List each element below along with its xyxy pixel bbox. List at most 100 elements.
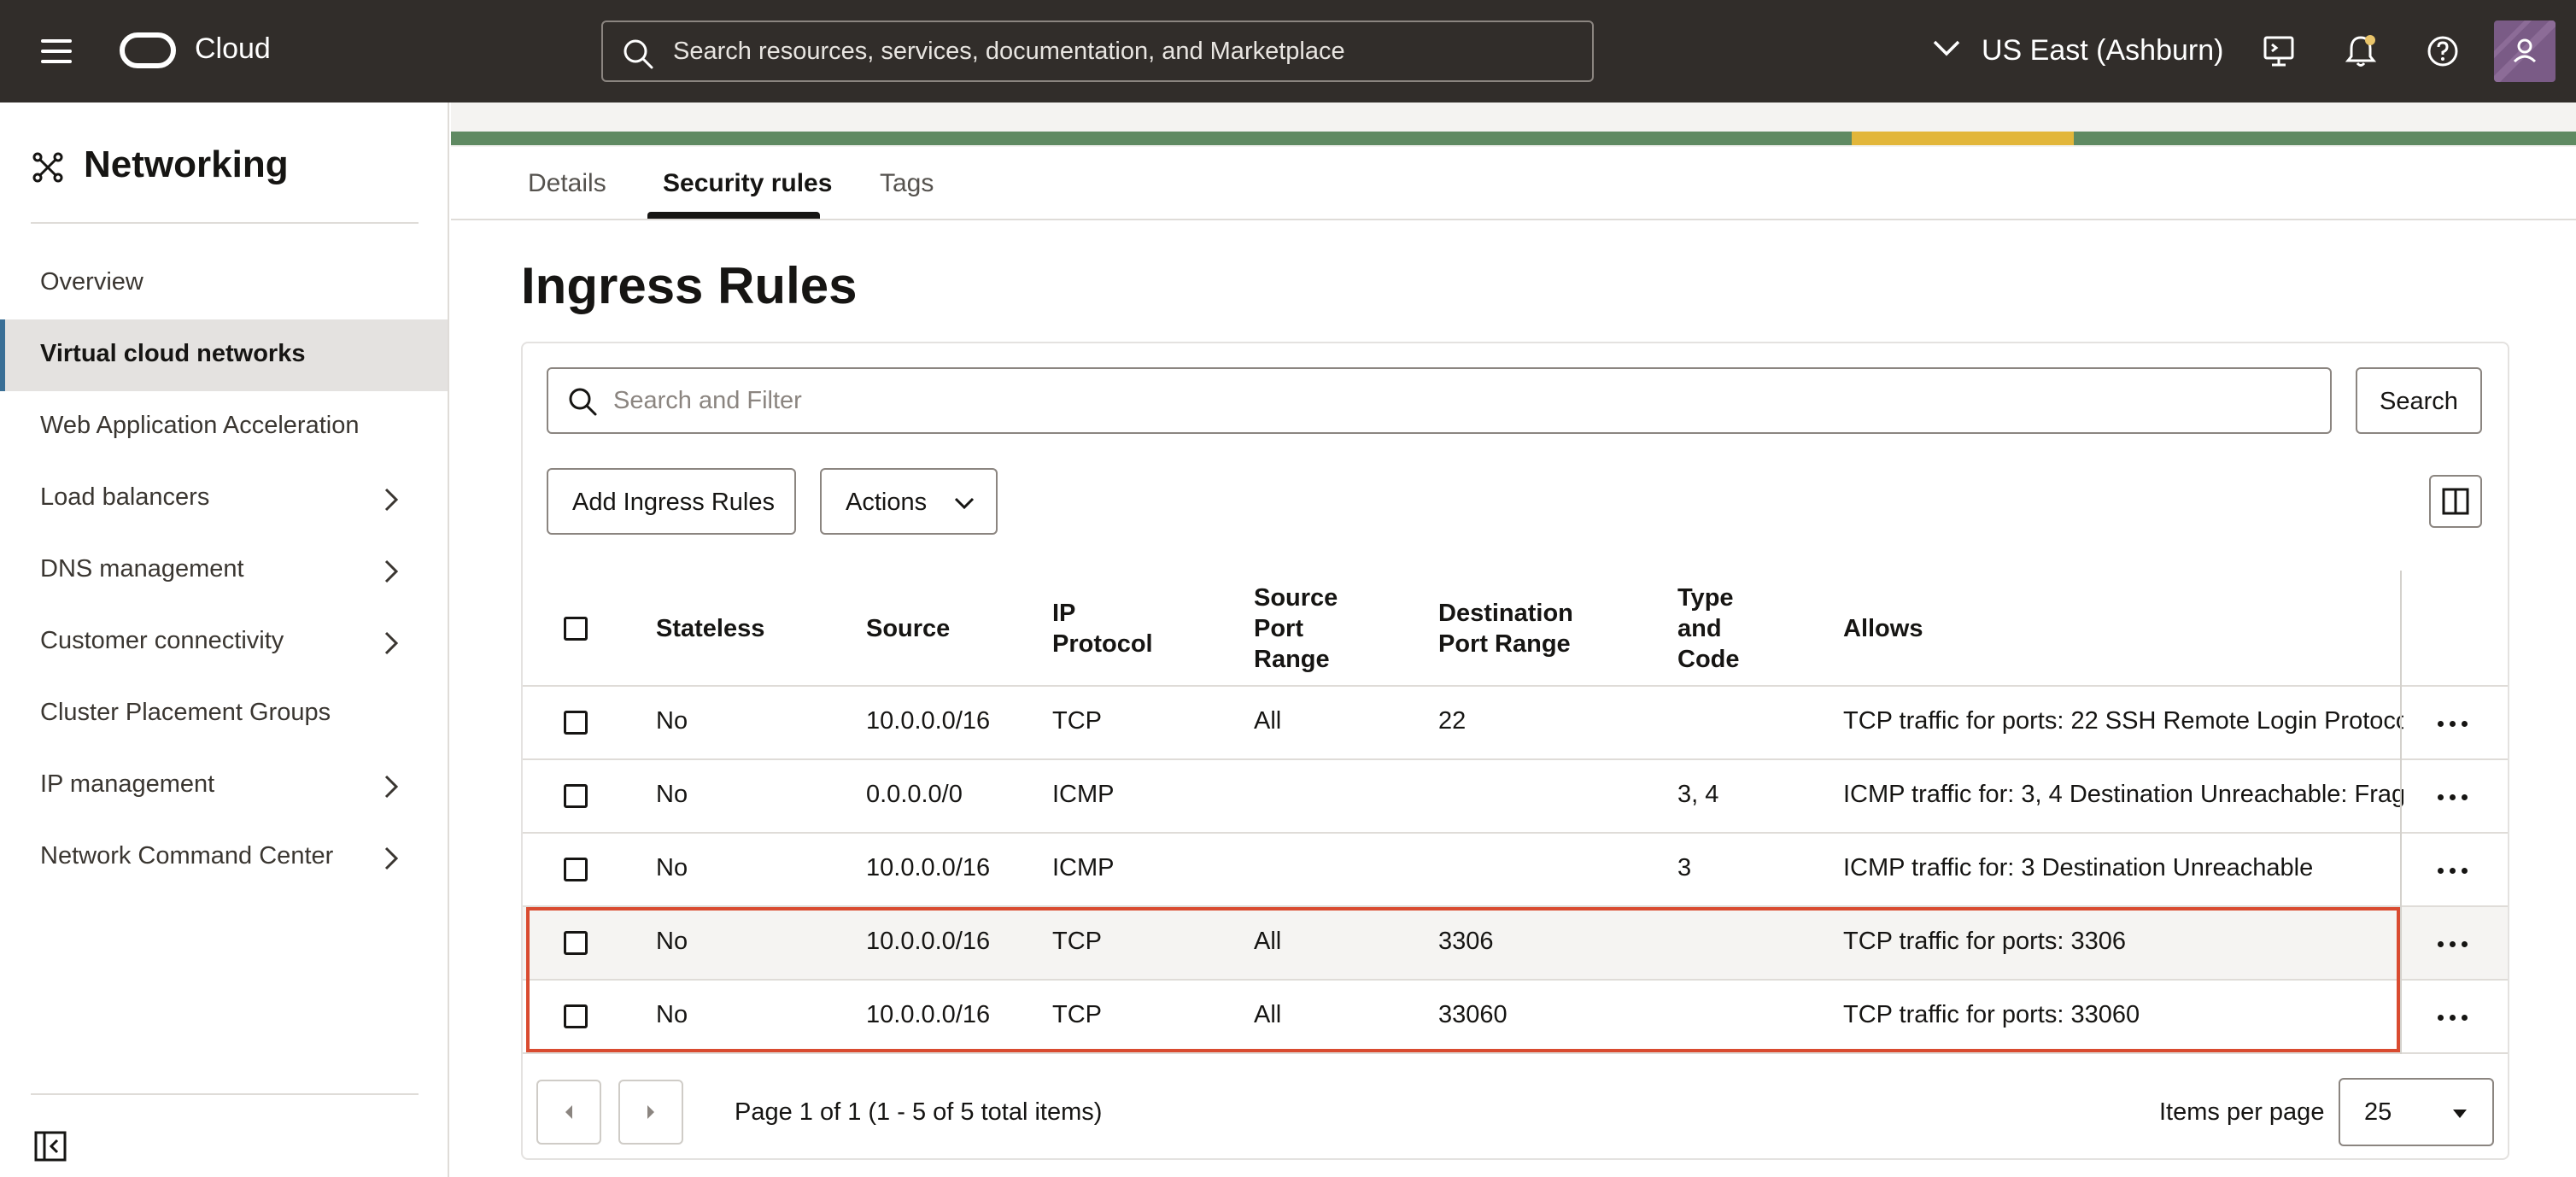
column-header-text: Protocol <box>1052 630 1153 658</box>
sidebar-item-label: Customer connectivity <box>40 627 284 654</box>
sidebar-item-load-balancers[interactable]: Load balancers <box>0 463 448 535</box>
search-filter[interactable] <box>547 367 2332 434</box>
cell-allows: ICMP traffic for: 3, 4 Destination Unrea… <box>1843 781 2403 808</box>
column-header-text: IP <box>1052 600 1076 627</box>
add-ingress-rules-button[interactable]: Add Ingress Rules <box>547 468 796 535</box>
chevron-right-icon <box>647 1105 654 1119</box>
column-header-source-port-range[interactable]: Source Port Range <box>1254 583 1338 675</box>
sidebar-item-dns-management[interactable]: DNS management <box>0 535 448 606</box>
cell-allows: TCP traffic for ports: 33060 <box>1843 1001 2140 1028</box>
tab-tags[interactable]: Tags <box>880 169 934 198</box>
search-filter-input[interactable] <box>613 369 2313 432</box>
row-actions-menu-icon[interactable] <box>2433 706 2474 741</box>
table-row[interactable]: No 10.0.0.0/16 TCP All 33060 TCP traffic… <box>523 981 2508 1054</box>
sidebar-item-customer-connectivity[interactable]: Customer connectivity <box>0 606 448 678</box>
row-actions-menu-icon[interactable] <box>2433 780 2474 814</box>
column-header-ip-protocol[interactable]: IP Protocol <box>1052 598 1153 659</box>
select-all-checkbox[interactable] <box>564 617 588 641</box>
brand-name[interactable]: Cloud <box>195 32 271 66</box>
help-icon[interactable] <box>2422 31 2463 72</box>
cell-protocol: ICMP <box>1052 854 1115 881</box>
actions-button[interactable]: Actions <box>820 468 998 535</box>
cell-source-port: All <box>1254 928 1282 955</box>
cell-destination-port: 22 <box>1438 707 1467 735</box>
chevron-right-icon <box>384 559 399 583</box>
chevron-left-icon <box>565 1105 572 1119</box>
column-header-text: Code <box>1677 646 1740 673</box>
chevron-right-icon <box>384 488 399 512</box>
cell-destination-port: 33060 <box>1438 1001 1508 1028</box>
table-header: Stateless Source IP Protocol Source Port… <box>523 571 2508 687</box>
table-row[interactable]: No 0.0.0.0/0 ICMP 3, 4 ICMP traffic for:… <box>523 760 2508 834</box>
column-header-type-and-code[interactable]: Type and Code <box>1677 583 1740 675</box>
actions-column-divider <box>2400 571 2402 1054</box>
previous-page-button[interactable] <box>536 1080 601 1145</box>
global-search[interactable] <box>601 20 1594 82</box>
next-page-button[interactable] <box>618 1080 683 1145</box>
cell-allows: TCP traffic for ports: 22 SSH Remote Log… <box>1843 707 2403 735</box>
sidebar-item-network-command-center[interactable]: Network Command Center <box>0 822 448 893</box>
column-header-source[interactable]: Source <box>866 613 950 644</box>
hamburger-menu-icon[interactable] <box>41 38 75 65</box>
global-search-input[interactable] <box>673 22 1578 80</box>
cell-stateless: No <box>656 1001 688 1028</box>
column-header-destination-port-range[interactable]: Destination Port Range <box>1438 598 1573 659</box>
collapse-sidebar-icon[interactable] <box>34 1131 67 1162</box>
column-header-text: Source <box>1254 584 1338 612</box>
cell-stateless: No <box>656 854 688 881</box>
column-layout-button[interactable] <box>2429 475 2482 528</box>
caret-down-icon <box>2453 1110 2467 1118</box>
column-header-allows[interactable]: Allows <box>1843 613 1923 644</box>
table-row[interactable]: No 10.0.0.0/16 TCP All 3306 TCP traffic … <box>523 907 2508 981</box>
search-button-label: Search <box>2380 388 2458 415</box>
bell-icon[interactable] <box>2340 31 2381 72</box>
actions-label: Actions <box>846 489 928 516</box>
top-bar: Cloud US East (Ashburn) <box>0 0 2576 102</box>
table-row[interactable]: No 10.0.0.0/16 ICMP 3 ICMP traffic for: … <box>523 834 2508 907</box>
chevron-down-icon <box>954 497 975 510</box>
banner-accent <box>1852 132 2074 145</box>
cell-stateless: No <box>656 707 688 735</box>
column-header-text: Port <box>1254 615 1303 642</box>
active-tab-indicator <box>647 212 820 219</box>
tab-bar: Details Security rules Tags <box>451 147 2576 220</box>
items-per-page-label: Items per page <box>2159 1098 2325 1126</box>
page-banner <box>451 102 2576 147</box>
cell-stateless: No <box>656 928 688 955</box>
sidebar-bottom-divider <box>31 1093 419 1095</box>
column-header-text: Type <box>1677 584 1734 612</box>
tab-details[interactable]: Details <box>528 169 606 198</box>
sidebar-item-ip-management[interactable]: IP management <box>0 750 448 822</box>
search-button[interactable]: Search <box>2356 367 2482 434</box>
row-actions-menu-icon[interactable] <box>2433 927 2474 961</box>
row-checkbox[interactable] <box>564 711 588 735</box>
tab-security-rules[interactable]: Security rules <box>663 169 832 198</box>
row-checkbox[interactable] <box>564 1004 588 1028</box>
row-actions-menu-icon[interactable] <box>2433 853 2474 887</box>
row-checkbox[interactable] <box>564 784 588 808</box>
sidebar-item-cluster-placement-groups[interactable]: Cluster Placement Groups <box>0 678 448 750</box>
row-checkbox[interactable] <box>564 858 588 881</box>
sidebar-item-virtual-cloud-networks[interactable]: Virtual cloud networks <box>0 319 448 391</box>
cell-source: 10.0.0.0/16 <box>866 707 991 735</box>
table-row[interactable]: No 10.0.0.0/16 TCP All 22 TCP traffic fo… <box>523 687 2508 760</box>
cell-protocol: ICMP <box>1052 781 1115 808</box>
cell-source: 10.0.0.0/16 <box>866 854 991 881</box>
user-avatar[interactable] <box>2494 20 2556 82</box>
row-actions-menu-icon[interactable] <box>2433 1000 2474 1034</box>
region-label: US East (Ashburn) <box>1982 34 2224 67</box>
add-ingress-rules-label: Add Ingress Rules <box>572 489 775 516</box>
sidebar-item-web-application-acceleration[interactable]: Web Application Acceleration <box>0 391 448 463</box>
column-header-stateless[interactable]: Stateless <box>656 613 764 644</box>
chevron-right-icon <box>384 631 399 655</box>
cell-protocol: TCP <box>1052 707 1102 735</box>
sidebar-item-overview[interactable]: Overview <box>0 248 448 319</box>
row-checkbox[interactable] <box>564 931 588 955</box>
cloud-shell-icon[interactable] <box>2258 31 2299 72</box>
sidebar-item-label: Overview <box>40 268 143 296</box>
items-per-page-select[interactable]: 25 <box>2339 1078 2494 1146</box>
column-header-text: Destination <box>1438 600 1573 627</box>
oracle-logo-icon[interactable] <box>120 32 176 68</box>
banner-strip <box>451 132 2576 145</box>
cell-protocol: TCP <box>1052 1001 1102 1028</box>
